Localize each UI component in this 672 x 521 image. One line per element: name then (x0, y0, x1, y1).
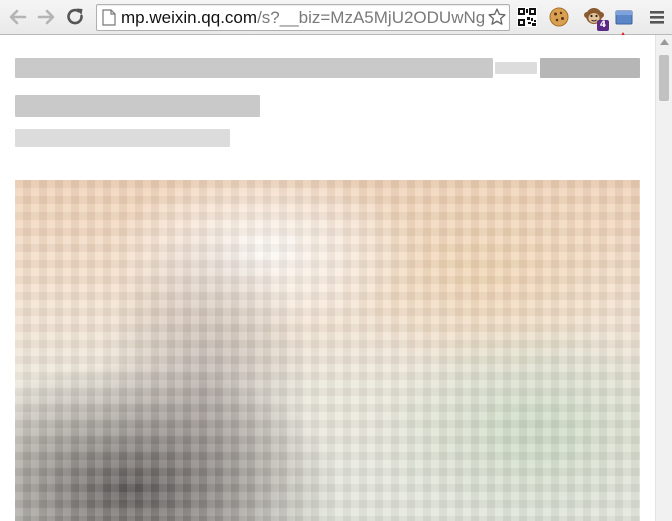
qr-code-icon (517, 7, 537, 27)
page-content (0, 35, 655, 521)
forward-arrow-icon (37, 9, 55, 25)
scrollbar-thumb[interactable] (659, 55, 669, 101)
blurred-meta-line (15, 129, 230, 147)
cookie-icon (549, 7, 569, 27)
cookie-extension-button[interactable] (548, 6, 570, 28)
pixelated-cover-image (15, 180, 640, 521)
browser-toolbar: mp.weixin.qq.com/s?__biz=MzA5MjU2ODUwNg (0, 0, 672, 35)
back-arrow-icon (9, 9, 27, 25)
url-text[interactable]: mp.weixin.qq.com/s?__biz=MzA5MjU2ODUwNg (121, 8, 485, 27)
url-host: mp.weixin.qq.com (121, 8, 258, 27)
blurred-title-line-1 (15, 58, 493, 78)
box-extension-button[interactable] (613, 6, 635, 28)
address-bar[interactable]: mp.weixin.qq.com/s?__biz=MzA5MjU2ODUwNg (96, 4, 510, 31)
chrome-menu-button[interactable] (646, 6, 668, 28)
extension-badge: 4 (597, 20, 609, 31)
pixelation-overlay (15, 180, 640, 521)
scroll-up-icon[interactable] (660, 39, 669, 45)
url-path: /s?__biz=MzA5MjU2ODUwNg (257, 8, 485, 27)
hamburger-menu-icon (650, 11, 664, 24)
reload-button[interactable] (63, 5, 87, 29)
qr-code-extension-button[interactable] (516, 6, 538, 28)
page-icon (102, 9, 116, 26)
blurred-title-line-2 (15, 95, 260, 117)
back-button[interactable] (6, 5, 30, 29)
reload-icon (67, 8, 83, 25)
forward-button[interactable] (34, 5, 58, 29)
blurred-title-gap (495, 62, 537, 74)
blurred-title-line-1-end (540, 58, 640, 78)
vertical-scrollbar[interactable] (655, 35, 672, 521)
box-icon (615, 10, 633, 25)
monkey-extension-button[interactable]: 4 (583, 6, 609, 31)
star-icon[interactable] (487, 7, 507, 27)
